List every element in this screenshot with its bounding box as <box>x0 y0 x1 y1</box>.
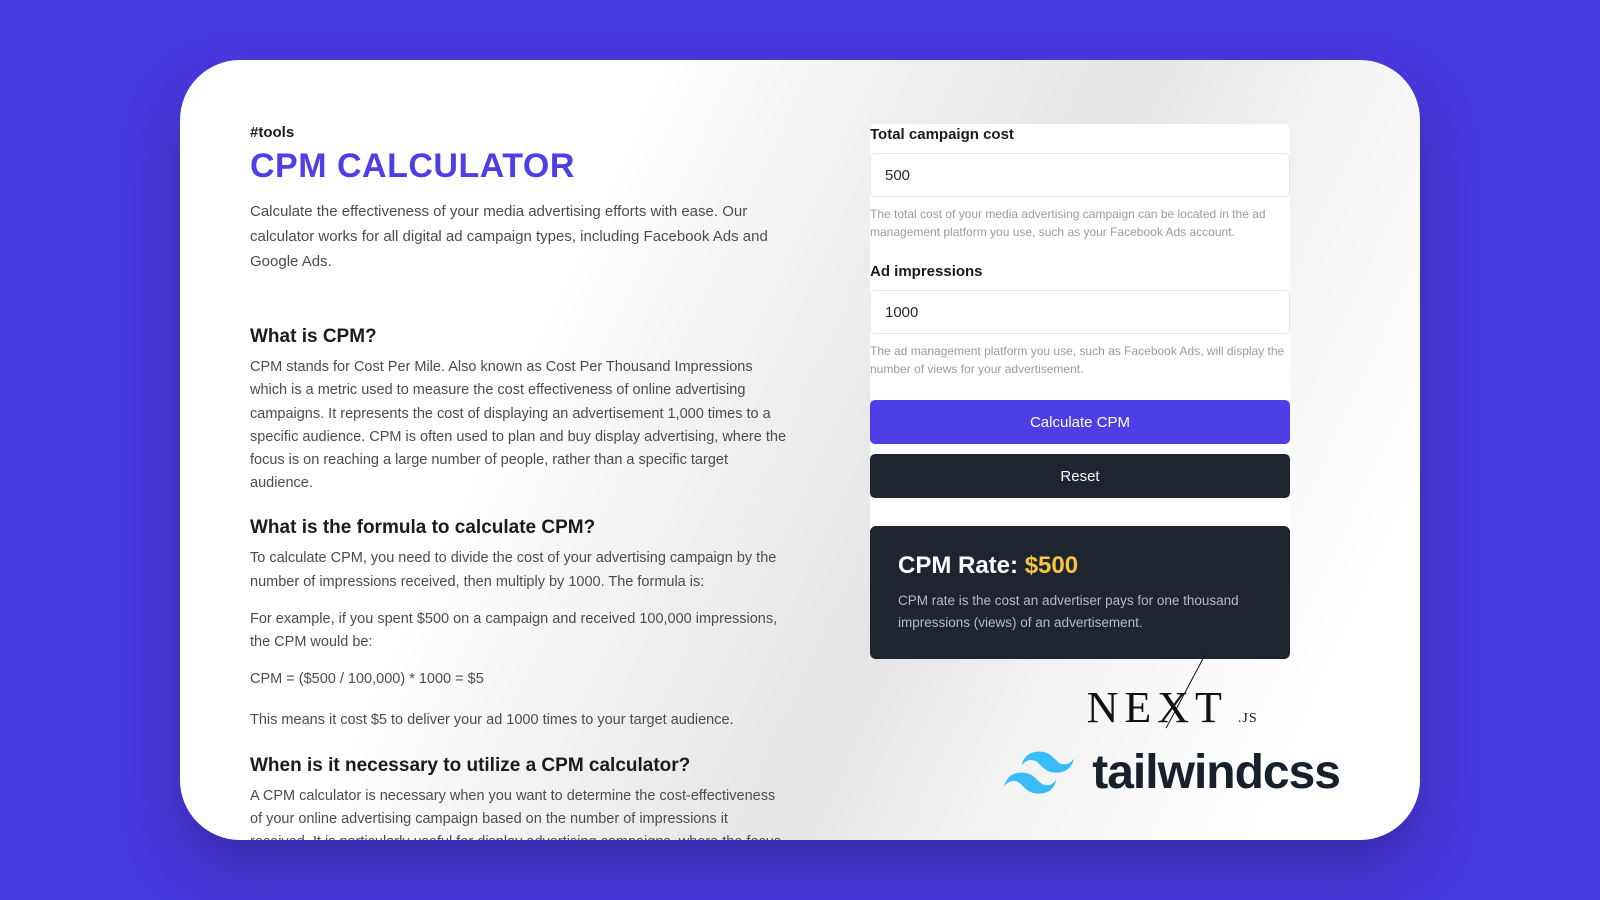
label-ad-impressions: Ad impressions <box>870 263 1290 280</box>
category-tag: #tools <box>250 124 810 141</box>
nextjs-text: NEXT <box>1087 682 1228 733</box>
tailwind-mark-icon <box>1004 751 1074 795</box>
app-card: #tools CPM CALCULATOR Calculate the effe… <box>180 60 1420 840</box>
input-ad-impressions[interactable] <box>870 290 1290 334</box>
result-label: CPM Rate: <box>898 552 1025 579</box>
result-amount: $500 <box>1025 552 1078 579</box>
intro-text: Calculate the effectiveness of your medi… <box>250 200 770 274</box>
help-ad-impressions: The ad management platform you use, such… <box>870 342 1290 378</box>
page-title: CPM CALCULATOR <box>250 147 810 186</box>
input-total-cost[interactable] <box>870 153 1290 197</box>
tech-logos: NEXT .JS tailwindcss <box>1004 682 1340 800</box>
section-body-when: A CPM calculator is necessary when you w… <box>250 785 790 841</box>
section-body-formula-2: For example, if you spent $500 on a camp… <box>250 608 790 654</box>
help-total-cost: The total cost of your media advertising… <box>870 205 1290 241</box>
calculate-button[interactable]: Calculate CPM <box>870 400 1290 444</box>
label-total-cost: Total campaign cost <box>870 126 1290 143</box>
content-column: #tools CPM CALCULATOR Calculate the effe… <box>250 124 810 790</box>
section-heading-what-is-cpm: What is CPM? <box>250 326 810 348</box>
tailwindcss-logo: tailwindcss <box>1004 745 1340 800</box>
formula-expression: CPM = ($500 / 100,000) * 1000 = $5 <box>250 668 810 691</box>
result-description: CPM rate is the cost an advertiser pays … <box>898 590 1262 633</box>
result-title: CPM Rate: $500 <box>898 552 1262 580</box>
nextjs-logo: NEXT .JS <box>1087 682 1258 733</box>
section-heading-formula: What is the formula to calculate CPM? <box>250 517 810 539</box>
section-body-formula-3: This means it cost $5 to deliver your ad… <box>250 709 790 732</box>
reset-button[interactable]: Reset <box>870 454 1290 498</box>
section-body-what-is-cpm: CPM stands for Cost Per Mile. Also known… <box>250 356 790 495</box>
section-body-formula-1: To calculate CPM, you need to divide the… <box>250 547 790 593</box>
tailwind-text: tailwindcss <box>1092 745 1340 800</box>
nextjs-suffix: .JS <box>1238 711 1258 727</box>
section-heading-when: When is it necessary to utilize a CPM ca… <box>250 755 810 777</box>
result-card: CPM Rate: $500 CPM rate is the cost an a… <box>870 526 1290 659</box>
